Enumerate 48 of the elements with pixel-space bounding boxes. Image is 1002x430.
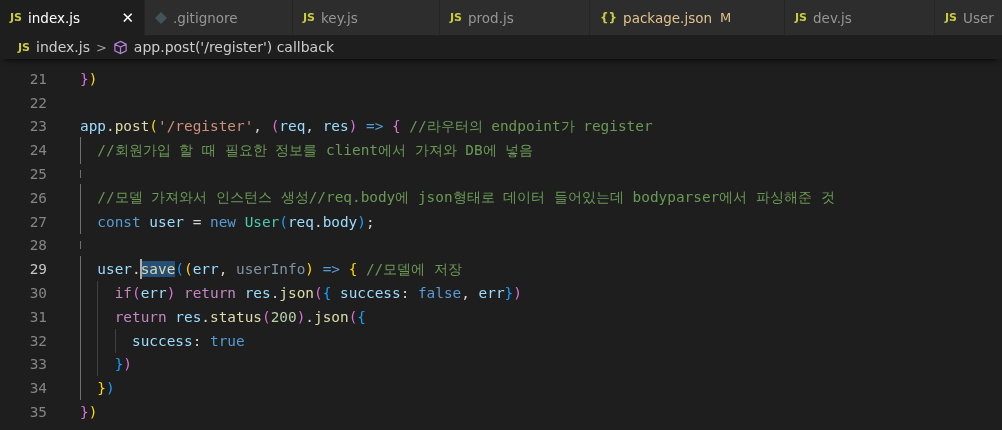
editor-tab[interactable]: JS User: [935, 0, 1002, 35]
file-type-icon: JS: [18, 40, 30, 54]
line-number: 27: [28, 213, 47, 230]
file-type-icon: {}: [600, 10, 618, 25]
editor-tab[interactable]: JS dev.js: [785, 0, 935, 35]
line-number: 25: [28, 166, 47, 183]
line-number: 29: [28, 261, 47, 278]
line-number: 21: [28, 70, 47, 87]
code-line: app.post('/register', (req, res) => { //라우터의 endpoint가 register: [80, 117, 653, 136]
editor-tab[interactable]: JS key.js: [293, 0, 440, 35]
editor-tab[interactable]: JS index.js ✕: [0, 0, 145, 35]
line-number: 24: [28, 142, 47, 159]
tab-label: package.json: [623, 9, 712, 26]
code-line: }): [80, 356, 132, 373]
line-number: 34: [28, 380, 47, 397]
line-number: 26: [28, 189, 47, 206]
tab-label: dev.js: [813, 9, 852, 26]
line-number: 32: [28, 332, 47, 349]
editor-tab[interactable]: {} package.json M: [590, 0, 785, 35]
close-icon[interactable]: ✕: [121, 8, 134, 27]
breadcrumb-item[interactable]: index.js: [36, 39, 90, 55]
breadcrumb-separator: >: [95, 39, 107, 55]
line-number: 35: [28, 404, 47, 421]
tab-label: key.js: [321, 9, 358, 26]
tab-label: index.js: [28, 9, 81, 26]
breadcrumb-item[interactable]: app.post('/register') callback: [133, 39, 334, 55]
file-type-icon: JS: [303, 11, 315, 24]
cube-icon: [112, 39, 128, 55]
line-number: 33: [28, 356, 47, 373]
file-type-icon: JS: [795, 11, 807, 24]
line-number: 30: [28, 285, 47, 302]
line-number: 28: [28, 237, 47, 254]
code-line: }): [80, 404, 98, 421]
editor-tab[interactable]: .gitignore: [145, 0, 293, 35]
line-number: 31: [28, 308, 47, 325]
tab-label: .gitignore: [173, 9, 238, 26]
modified-mark: M: [720, 10, 732, 25]
line-number: 23: [28, 118, 47, 135]
code-line: user.save((err, userInfo) => { //모델에 저장: [80, 259, 462, 279]
file-type-icon: JS: [945, 11, 957, 24]
file-type-icon: JS: [450, 11, 462, 24]
line-number: 22: [28, 94, 47, 111]
tab-label: prod.js: [468, 9, 514, 26]
code-line: }): [80, 70, 98, 87]
editor-tab[interactable]: JS prod.js: [440, 0, 590, 35]
file-type-icon: JS: [10, 11, 22, 24]
diamond-icon: [155, 11, 167, 24]
tab-label: User: [963, 9, 994, 26]
